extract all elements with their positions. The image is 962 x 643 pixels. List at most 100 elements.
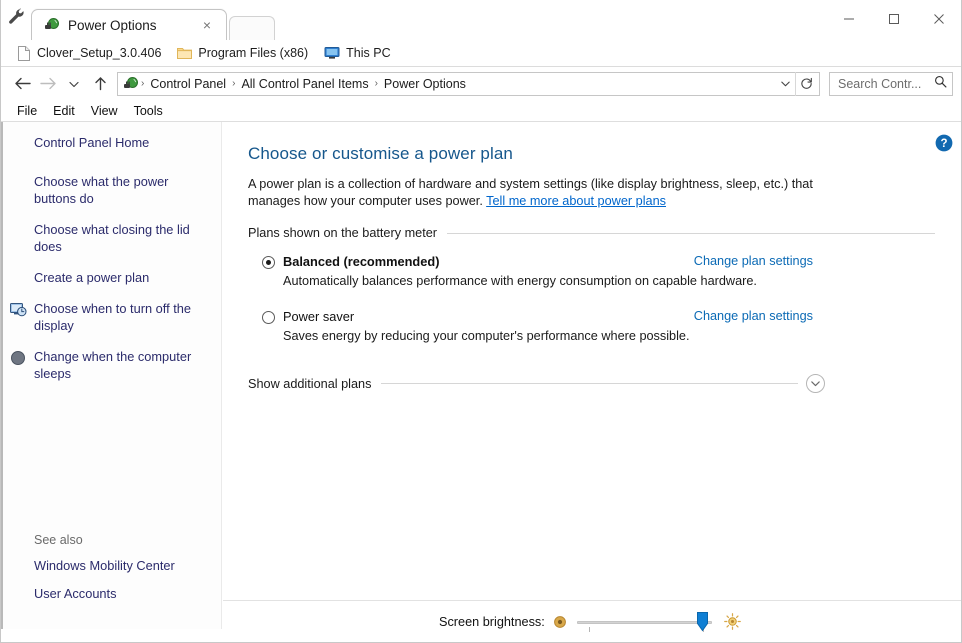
recent-locations-button[interactable]	[61, 71, 87, 97]
sidebar-item-label: Create a power plan	[34, 270, 149, 285]
see-also-title: See also	[1, 533, 221, 547]
sidebar-item-create-power-plan[interactable]: Create a power plan	[1, 269, 206, 286]
plan-row[interactable]: Power saver	[248, 309, 935, 325]
back-button[interactable]	[9, 71, 35, 97]
plan-description: Saves energy by reducing your computer's…	[248, 328, 935, 344]
plan-name[interactable]: Power saver	[283, 309, 354, 325]
breadcrumb-control-panel[interactable]: Control Panel	[145, 75, 231, 93]
search-icon-glyph	[934, 75, 947, 88]
dim-sun-icon-glyph	[553, 615, 567, 629]
chevron-down-icon-glyph	[810, 378, 821, 389]
minimize-icon	[843, 13, 855, 25]
dim-sun-icon	[553, 615, 567, 629]
slider-thumb-glyph	[697, 612, 708, 632]
forward-button[interactable]	[35, 71, 61, 97]
sidebar-item-control-panel-home[interactable]: Control Panel Home	[1, 134, 206, 151]
slider-thumb[interactable]	[697, 612, 708, 632]
show-additional-plans-row: Show additional plans	[248, 374, 935, 393]
close-window-button[interactable]	[916, 2, 961, 36]
plans-group-header: Plans shown on the battery meter	[248, 226, 935, 240]
plan-name[interactable]: Balanced (recommended)	[283, 254, 439, 270]
screen-brightness-label: Screen brightness:	[439, 615, 545, 629]
bookmark-label: This PC	[346, 46, 390, 60]
maximize-button[interactable]	[871, 2, 916, 36]
folder-icon	[177, 46, 192, 60]
sidebar-item-closing-lid[interactable]: Choose what closing the lid does	[1, 221, 206, 255]
help-question-icon: ?	[935, 134, 953, 152]
change-plan-settings-balanced[interactable]: Change plan settings	[694, 254, 813, 268]
new-tab-button[interactable]	[229, 16, 275, 40]
menu-view[interactable]: View	[83, 102, 126, 120]
chevron-down-circle-icon[interactable]	[806, 374, 825, 393]
main-pane: ? Choose or customise a power plan A pow…	[222, 122, 961, 629]
brightness-slider[interactable]	[577, 612, 712, 632]
sidebar-item-label: Choose when to turn off the display	[34, 301, 191, 333]
up-button[interactable]	[87, 71, 113, 97]
page-title: Choose or customise a power plan	[248, 144, 935, 164]
moon-sleep-icon-glyph	[10, 350, 26, 366]
menu-edit[interactable]: Edit	[45, 102, 83, 120]
tab-power-options[interactable]: Power Options ×	[31, 9, 227, 40]
bookmark-label: Clover_Setup_3.0.406	[37, 46, 161, 60]
browser-window: Power Options ×	[0, 0, 962, 643]
breadcrumb-power-options[interactable]: Power Options	[379, 75, 471, 93]
chevron-down-icon	[68, 78, 80, 90]
address-bar: › Control Panel › All Control Panel Item…	[1, 67, 961, 100]
search-input[interactable]	[838, 77, 934, 91]
change-plan-settings-power-saver[interactable]: Change plan settings	[694, 309, 813, 323]
bookmark-this-pc[interactable]: This PC	[317, 42, 397, 64]
horizontal-rule	[447, 233, 935, 234]
sidebar-item-turn-off-display[interactable]: Choose when to turn off the display	[1, 300, 206, 334]
file-icon	[17, 46, 31, 61]
radio-power-saver[interactable]	[262, 311, 275, 324]
maximize-icon	[888, 13, 900, 25]
power-plug-icon	[44, 17, 60, 33]
tab-strip: Power Options ×	[31, 0, 275, 40]
power-plan-balanced: Balanced (recommended) Automatically bal…	[248, 254, 935, 289]
slider-tick	[589, 627, 590, 632]
breadcrumb-bar[interactable]: › Control Panel › All Control Panel Item…	[117, 72, 820, 96]
close-icon	[933, 13, 945, 25]
sidebar-item-windows-mobility-center[interactable]: Windows Mobility Center	[1, 557, 206, 574]
forward-arrow-icon	[40, 76, 57, 91]
refresh-button[interactable]	[795, 72, 817, 96]
sidebar: Control Panel Home Choose what the power…	[1, 122, 222, 629]
back-arrow-icon	[14, 76, 31, 91]
bookmarks-bar: Clover_Setup_3.0.406 Program Files (x86)…	[1, 40, 961, 67]
bookmark-program-files[interactable]: Program Files (x86)	[170, 42, 315, 64]
sidebar-item-label: Change when the computer sleeps	[34, 349, 191, 381]
menu-file[interactable]: File	[9, 102, 45, 120]
screen-brightness-bar: Screen brightness:	[223, 600, 961, 642]
close-tab-icon[interactable]: ×	[198, 16, 216, 34]
bookmark-label: Program Files (x86)	[198, 46, 308, 60]
address-dropdown-button[interactable]	[775, 73, 795, 95]
search-box[interactable]	[829, 72, 953, 96]
show-additional-plans-label[interactable]: Show additional plans	[248, 377, 381, 391]
see-also-section: See also Windows Mobility Center User Ac…	[1, 533, 221, 613]
help-button[interactable]: ?	[935, 134, 953, 152]
menu-bar: File Edit View Tools	[1, 100, 961, 122]
window-controls	[826, 0, 961, 38]
sidebar-item-computer-sleeps[interactable]: Change when the computer sleeps	[1, 348, 206, 382]
minimize-button[interactable]	[826, 2, 871, 36]
radio-balanced[interactable]	[262, 256, 275, 269]
horizontal-rule	[381, 383, 798, 384]
plans-group-label: Plans shown on the battery meter	[248, 226, 447, 240]
sidebar-item-power-buttons[interactable]: Choose what the power buttons do	[1, 173, 206, 207]
sidebar-item-label: Windows Mobility Center	[34, 558, 175, 573]
power-plug-icon	[123, 76, 139, 92]
sidebar-item-user-accounts[interactable]: User Accounts	[1, 585, 206, 602]
bookmark-clover-setup[interactable]: Clover_Setup_3.0.406	[10, 42, 168, 64]
sidebar-item-label: Control Panel Home	[34, 135, 149, 150]
page-description: A power plan is a collection of hardware…	[248, 176, 833, 210]
search-icon[interactable]	[934, 75, 947, 93]
learn-more-link[interactable]: Tell me more about power plans	[486, 194, 666, 208]
breadcrumb-all-items[interactable]: All Control Panel Items	[236, 75, 373, 93]
menu-tools[interactable]: Tools	[126, 102, 171, 120]
plan-row[interactable]: Balanced (recommended)	[248, 254, 935, 270]
sidebar-gap	[1, 165, 221, 173]
wrench-icon[interactable]	[1, 0, 31, 40]
power-plan-power-saver: Power saver Saves energy by reducing you…	[248, 309, 935, 344]
chevron-down-icon	[780, 78, 791, 89]
monitor-clock-icon-glyph	[10, 302, 27, 318]
